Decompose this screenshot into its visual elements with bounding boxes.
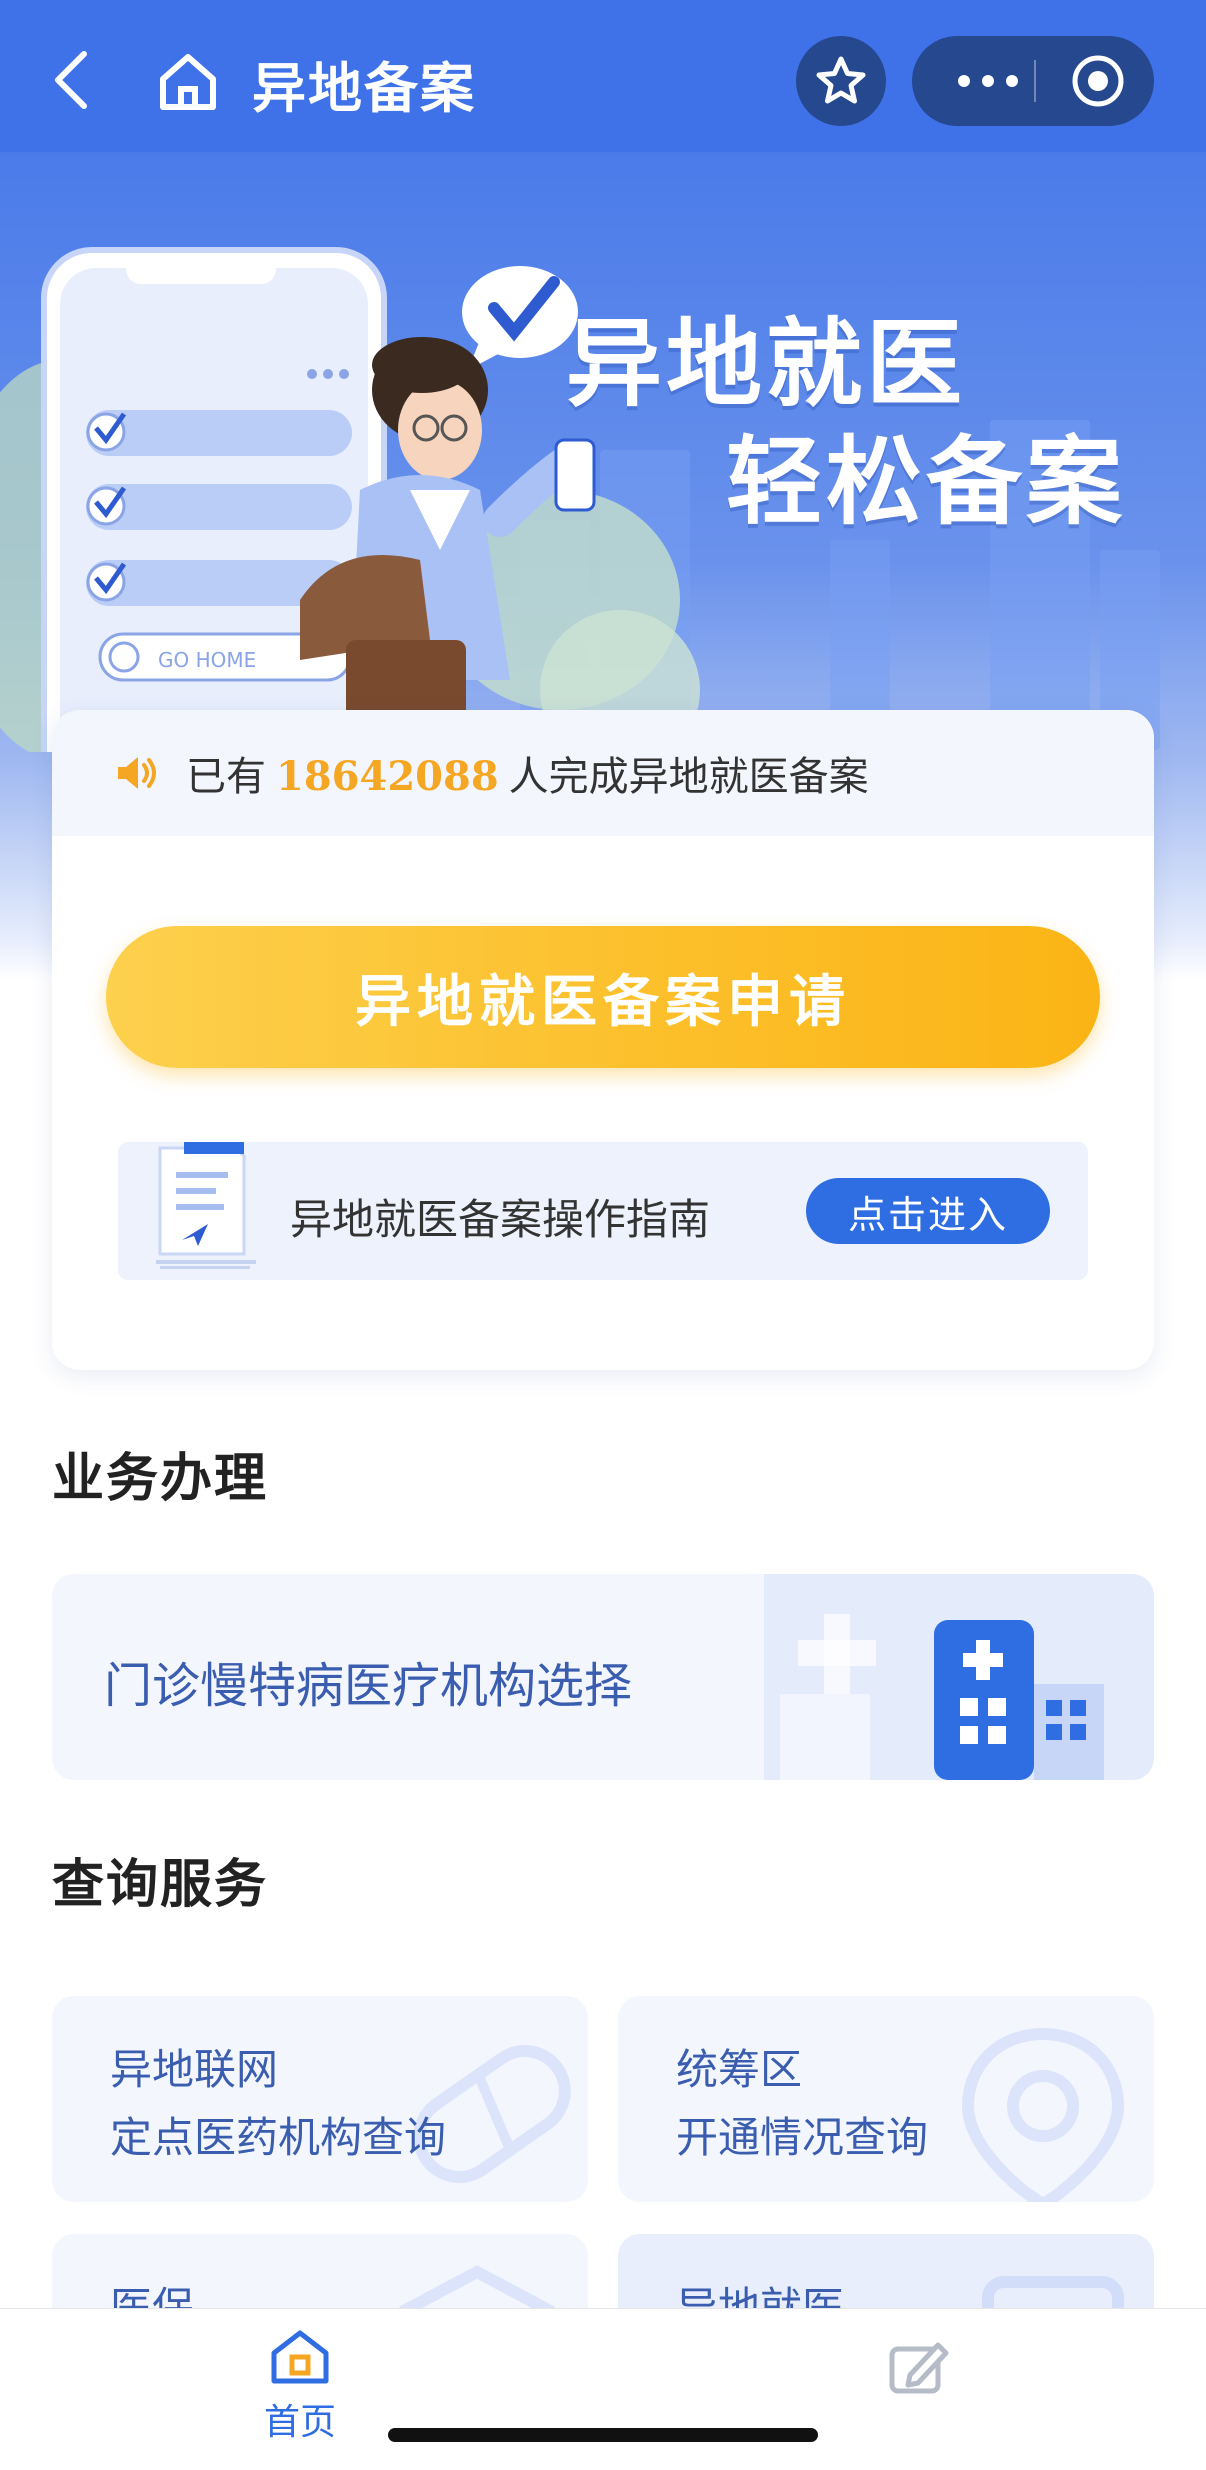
home-button[interactable] [150,44,226,120]
query-card-line2: 定点医药机构查询 [110,2113,447,2162]
edit-document-icon [889,2342,949,2394]
notice-bar: 已有 18642088 人完成异地就医备案 [52,710,1154,836]
capsule-divider [1034,60,1036,102]
star-icon [816,56,866,104]
close-mini-program-button[interactable] [1052,36,1144,126]
page-title: 异地备案 [252,57,476,120]
favorite-button[interactable] [796,36,886,126]
location-pin-icon [961,2027,1125,2202]
phone-button-text: GO HOME [158,648,256,672]
query-section-title: 查询服务 [52,1855,269,1915]
back-button[interactable] [38,40,102,120]
tab-bar: 首页 [0,2308,1206,2470]
query-card-pooling-area[interactable]: 统筹区 开通情况查询 [618,1996,1154,2202]
tab-home[interactable]: 首页 [230,2327,370,2447]
notice-prefix: 已有 [186,754,266,800]
filing-count: 18642088 [276,753,499,800]
speaker-icon [114,750,160,796]
home-icon [160,54,216,110]
biz-item-label: 门诊慢特病医疗机构选择 [104,1658,633,1714]
chevron-left-icon [55,51,87,109]
apply-button[interactable]: 异地就医备案申请 [106,926,1100,1068]
chronic-disease-institution-card[interactable]: 门诊慢特病医疗机构选择 [52,1574,1154,1780]
document-guide-icon [156,1142,256,1269]
guide-label: 异地就医备案操作指南 [290,1195,711,1244]
main-card: 已有 18642088 人完成异地就医备案 异地就医备案申请 异地就医备案操作指南 … [52,710,1154,1370]
more-button[interactable] [942,36,1034,126]
more-icon [958,75,1018,87]
query-card-network-institutions[interactable]: 异地联网 定点医药机构查询 [52,1996,588,2202]
notice-suffix: 人完成异地就医备案 [508,754,869,800]
guide-enter-button[interactable]: 点击进入 [806,1178,1050,1244]
tab-home-label: 首页 [263,2402,336,2443]
mini-program-capsule [912,36,1154,126]
business-section-title: 业务办理 [52,1449,269,1509]
query-card-line2: 开通情况查询 [676,2113,929,2162]
hero-slogan: 异地就医 轻松备案 [566,305,1126,541]
hospital-illustration [764,1574,1154,1780]
tab-record[interactable] [858,2327,978,2407]
hospital-icon [780,1614,1104,1780]
target-icon [1072,55,1124,107]
query-card-line1: 异地联网 [110,2045,279,2094]
home-tab-icon [271,2330,329,2384]
slogan-line-1: 异地就医 [566,308,966,420]
guide-row[interactable]: 异地就医备案操作指南 点击进入 [118,1142,1088,1280]
home-indicator [388,2428,818,2442]
slogan-line-2: 轻松备案 [726,426,1126,538]
notice-text: 已有 18642088 人完成异地就医备案 [186,744,869,802]
nav-bar: 异地备案 [0,0,1206,152]
query-card-line1: 统筹区 [676,2045,803,2094]
